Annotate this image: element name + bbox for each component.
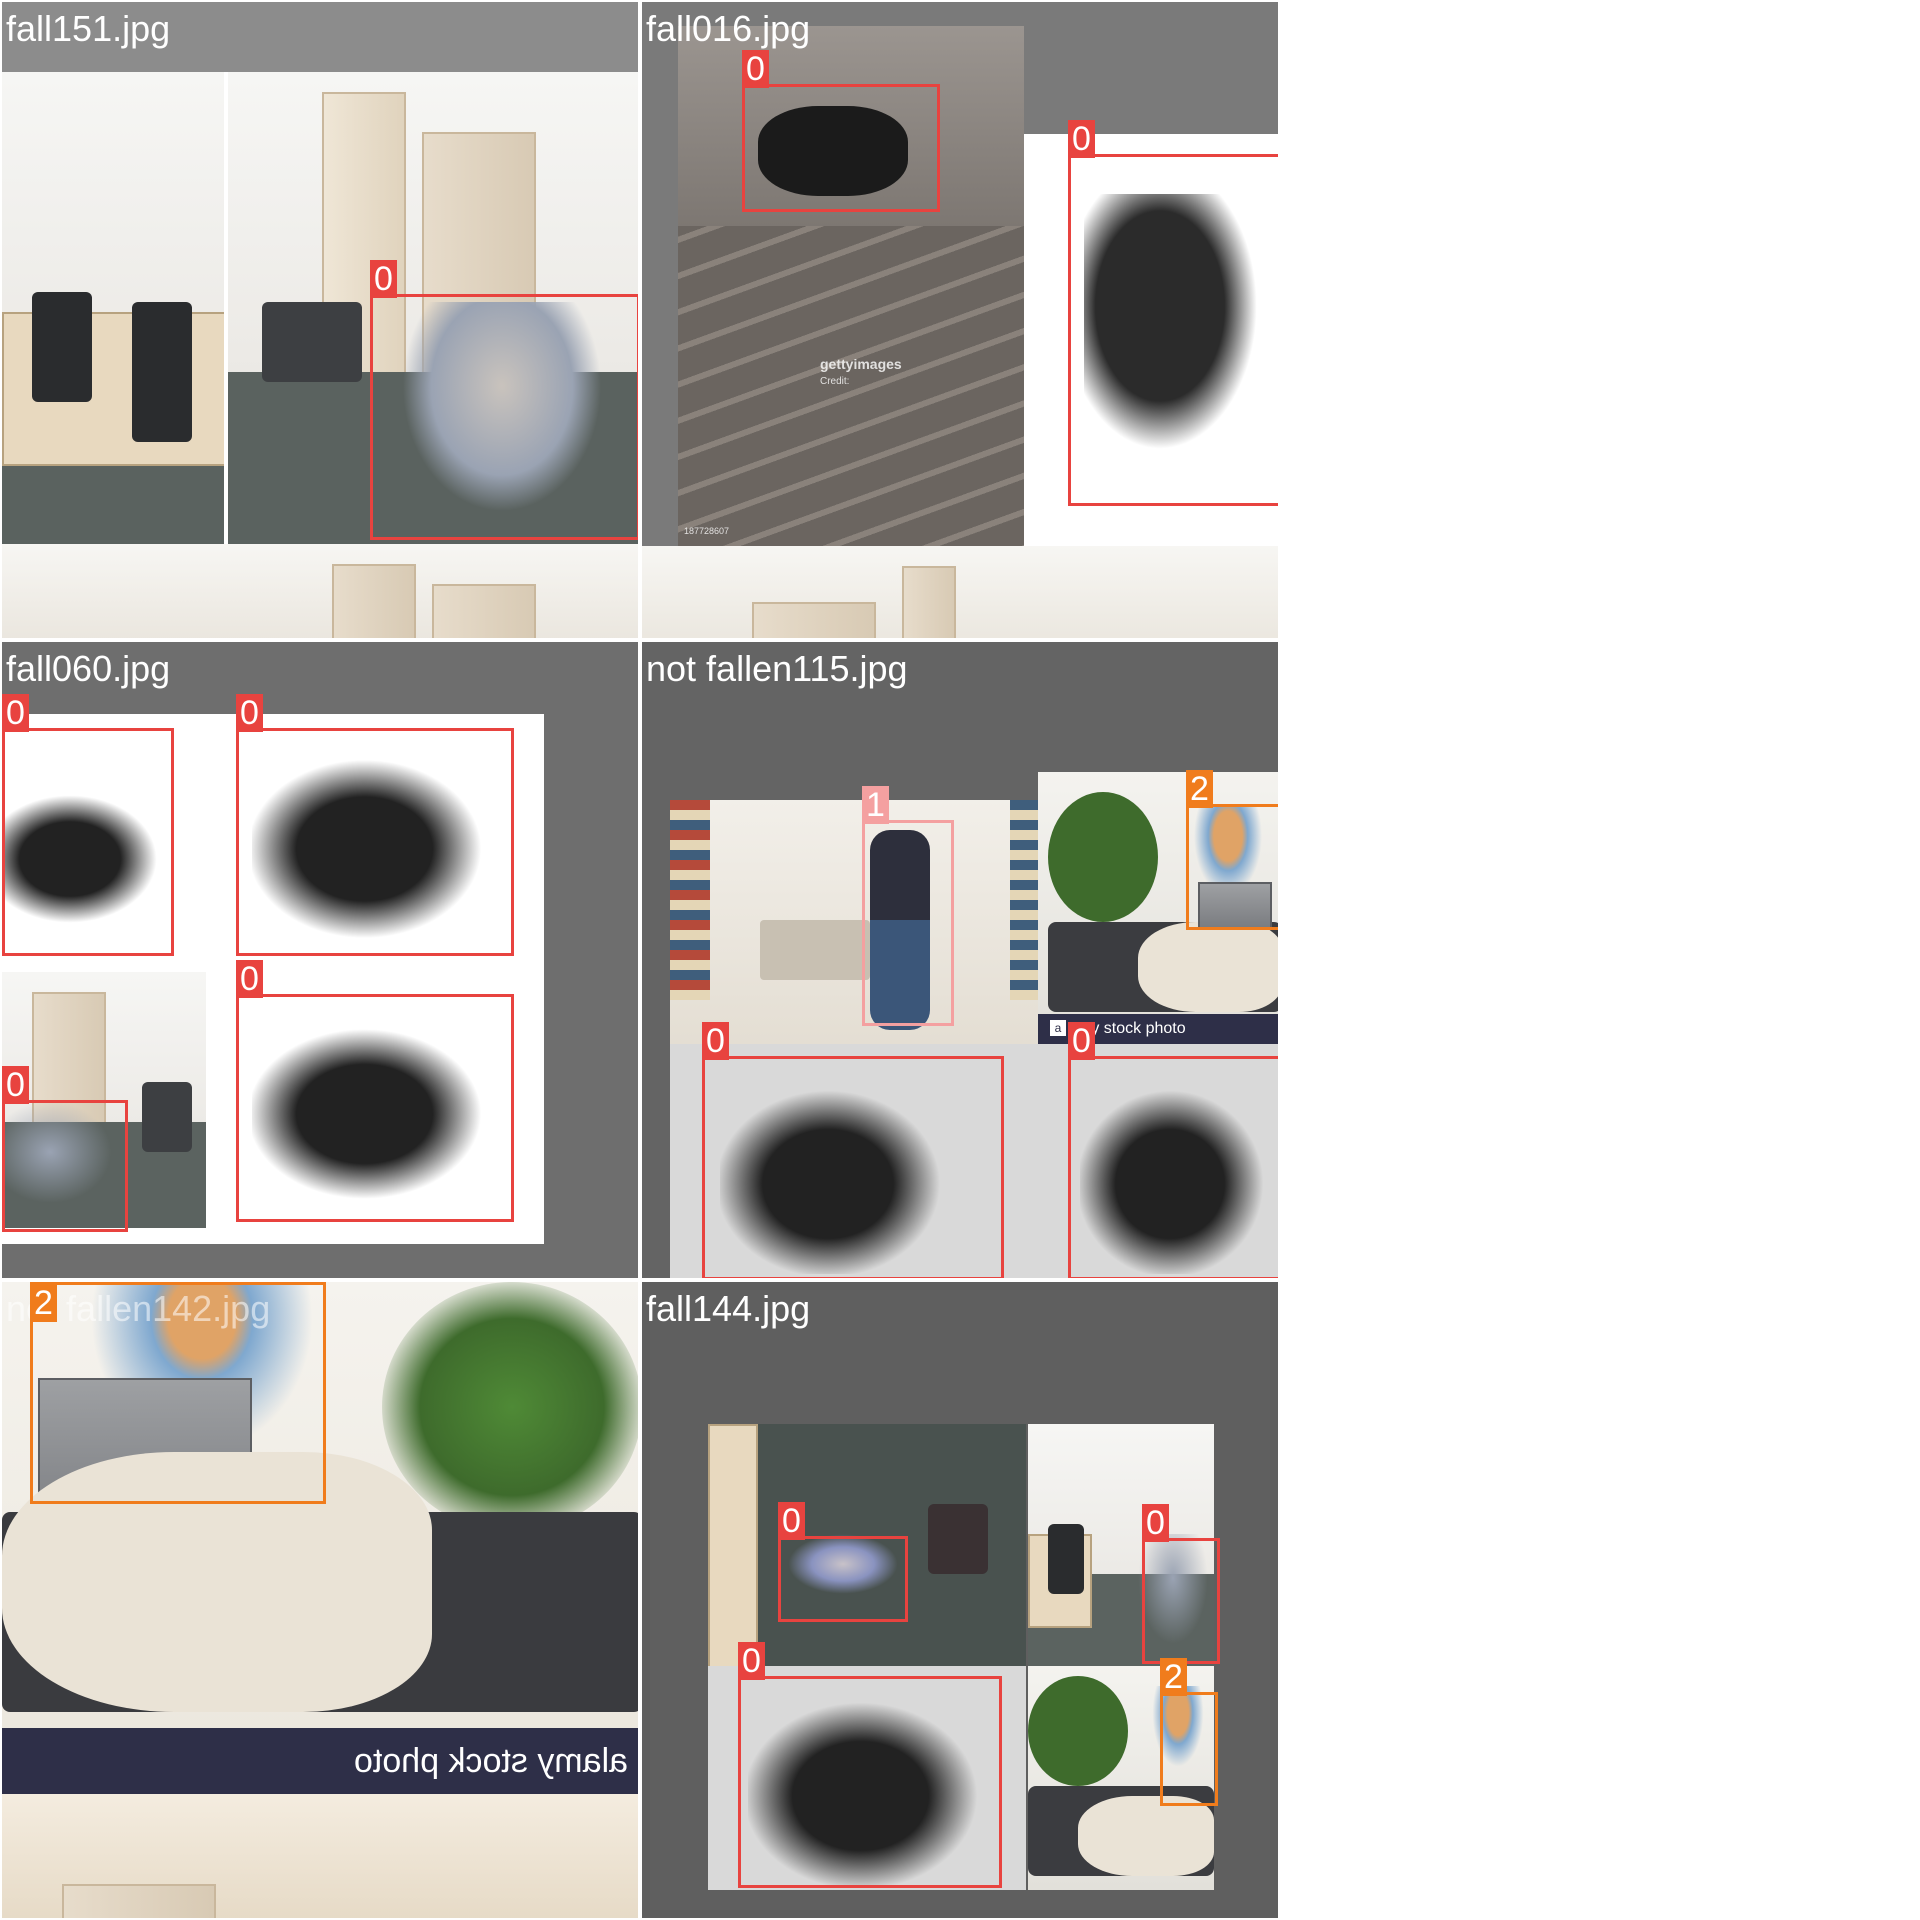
chair xyxy=(32,292,92,402)
door xyxy=(432,584,536,638)
tile-not-fallen115: not fallen115.jpg a my stock photo 1 2 0… xyxy=(640,640,1280,1280)
tile-fall144: fall144.jpg 0 0 0 2 xyxy=(640,1280,1280,1920)
bbox-class0 xyxy=(738,1676,1002,1888)
stock-badge: a xyxy=(1050,1020,1066,1036)
bbox-label: 0 xyxy=(2,694,29,732)
door xyxy=(902,566,956,638)
getty-watermark: gettyimages xyxy=(820,356,902,372)
chair xyxy=(132,302,192,442)
bbox-class0 xyxy=(236,728,514,956)
plant xyxy=(1028,1676,1128,1786)
chair xyxy=(1048,1524,1084,1594)
bbox-class1 xyxy=(862,820,954,1026)
bbox-label: 0 xyxy=(702,1022,729,1060)
getty-credit: Credit: xyxy=(820,376,850,387)
bbox-label: 0 xyxy=(236,960,263,998)
bookshelf xyxy=(670,800,710,1000)
blanket xyxy=(1138,922,1278,1012)
bbox-label: 0 xyxy=(1068,1022,1095,1060)
bbox-class0 xyxy=(1068,154,1278,506)
bbox-class0 xyxy=(1142,1538,1220,1664)
desk xyxy=(708,1424,758,1666)
tile-title: fall060.jpg xyxy=(6,648,171,689)
plant xyxy=(382,1282,638,1532)
bbox-label: 2 xyxy=(1186,770,1213,808)
bbox-class0 xyxy=(370,294,638,540)
bbox-class2 xyxy=(1160,1692,1218,1806)
chair xyxy=(262,302,362,382)
blanket xyxy=(1078,1796,1214,1876)
bbox-label: 0 xyxy=(1068,120,1095,158)
tile-title: fall144.jpg xyxy=(646,1288,811,1329)
office-photo-strip xyxy=(2,544,638,638)
bbox-class0 xyxy=(2,1100,128,1232)
bbox-class0 xyxy=(236,994,514,1222)
dining-table xyxy=(760,920,870,980)
chair xyxy=(928,1504,988,1574)
bbox-label: 0 xyxy=(370,260,397,298)
office-photo-strip xyxy=(2,1794,638,1918)
door xyxy=(62,1884,216,1918)
bbox-label: 0 xyxy=(742,50,769,88)
image-seam xyxy=(224,72,228,544)
bbox-class0 xyxy=(2,728,174,956)
bookshelf xyxy=(1010,800,1038,1000)
bbox-label: 1 xyxy=(862,786,889,824)
tile-fall016: fall016.jpg gettyimages Credit: 18772860… xyxy=(640,0,1280,640)
stock-bar: alamy stock photo xyxy=(2,1728,638,1794)
tile-fall151: fall151.jpg 0 xyxy=(0,0,640,640)
office-photo-strip xyxy=(642,546,1278,638)
living-room-photo xyxy=(670,800,1038,1044)
bbox-label: 0 xyxy=(738,1642,765,1680)
bbox-class0 xyxy=(1068,1056,1278,1278)
bbox-label: 0 xyxy=(2,1066,29,1104)
bbox-class0 xyxy=(742,84,940,212)
door xyxy=(332,564,416,638)
tile-title: not fallen115.jpg xyxy=(646,648,908,689)
bbox-class0 xyxy=(778,1536,908,1622)
tile-fall060: fall060.jpg 0 0 0 0 xyxy=(0,640,640,1280)
plant xyxy=(1048,792,1158,922)
tile-title: fall151.jpg xyxy=(6,8,171,49)
bbox-label: 2 xyxy=(1160,1658,1187,1696)
mosaic-grid: fall151.jpg 0 fall016.jpg gettyimages Cr… xyxy=(0,0,1280,1920)
bbox-label: 0 xyxy=(1142,1504,1169,1542)
chair xyxy=(142,1082,192,1152)
image-id: 187728607 xyxy=(684,526,730,536)
tile-title: fall016.jpg xyxy=(646,8,811,49)
bbox-label: 0 xyxy=(778,1502,805,1540)
bbox-label: 0 xyxy=(236,694,263,732)
bbox-label: 2 xyxy=(30,1284,57,1322)
bbox-class2 xyxy=(1186,804,1278,930)
bbox-class0 xyxy=(702,1056,1004,1278)
stock-text: alamy stock photo xyxy=(353,1742,628,1780)
door xyxy=(752,602,876,638)
tile-not-fallen142: alamy stock photo not fallen142.jpg 2 xyxy=(0,1280,640,1920)
